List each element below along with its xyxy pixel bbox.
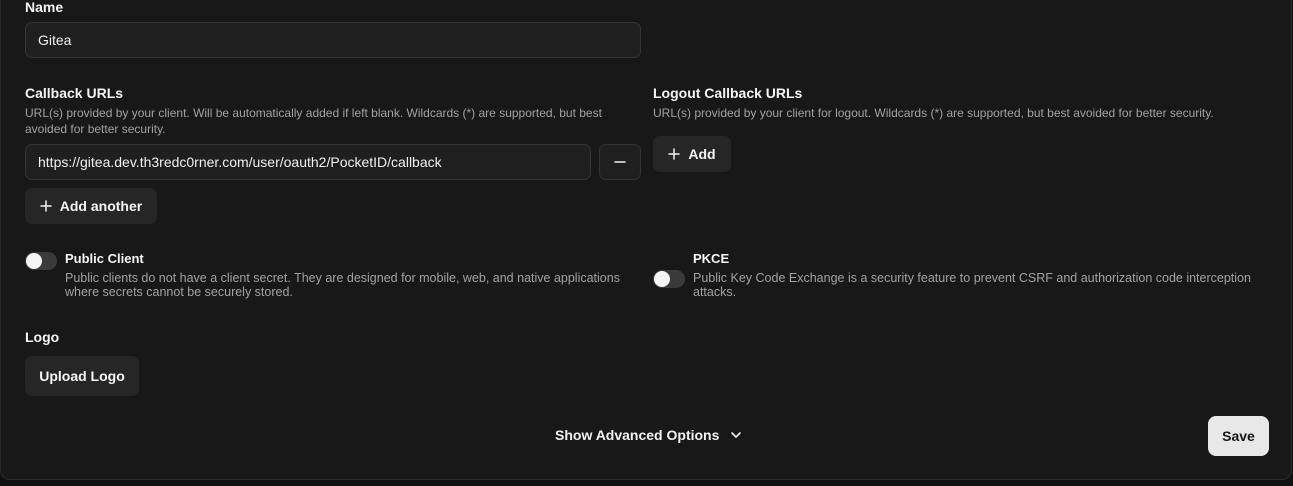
pkce-toggle-knob: [654, 271, 670, 287]
callback-url-input[interactable]: https://gitea.dev.th3redc0rner.com/user/…: [25, 144, 591, 180]
name-input-value: Gitea: [38, 32, 72, 48]
pkce-toggle[interactable]: [653, 270, 685, 288]
plus-icon: [668, 148, 681, 160]
add-logout-label: Add: [688, 146, 716, 162]
show-advanced-options-label: Show Advanced Options: [555, 427, 720, 443]
add-logout-callback-url-button[interactable]: Add: [653, 136, 731, 172]
name-label: Name: [25, 0, 64, 15]
public-client-description-line2: where secrets cannot be securely stored.: [65, 285, 293, 299]
add-another-label: Add another: [59, 198, 143, 214]
chevron-down-icon: [731, 432, 742, 438]
pkce-description-line2: attacks.: [693, 285, 737, 299]
remove-callback-url-button[interactable]: [599, 144, 641, 180]
pkce-description-line1: Public Key Code Exchange is a security f…: [693, 271, 1251, 285]
show-advanced-options-toggle[interactable]: Show Advanced Options: [555, 427, 743, 443]
public-client-label: Public Client: [65, 251, 144, 266]
public-client-toggle[interactable]: [25, 252, 57, 270]
pkce-label: PKCE: [693, 251, 730, 266]
name-input[interactable]: Gitea: [25, 22, 641, 58]
callback-urls-description-line2: avoided for better security.: [25, 122, 166, 136]
save-button[interactable]: Save: [1208, 416, 1269, 456]
logout-callback-urls-label: Logout Callback URLs: [653, 85, 803, 101]
minus-icon: [614, 161, 626, 163]
save-label: Save: [1222, 428, 1255, 444]
logo-label: Logo: [25, 329, 60, 345]
plus-icon: [40, 200, 52, 212]
public-client-toggle-knob: [26, 253, 42, 269]
callback-urls-description-line1: URL(s) provided by your client. Will be …: [25, 106, 602, 120]
oidc-client-form-card: [0, 0, 1292, 480]
public-client-description-line1: Public clients do not have a client secr…: [65, 271, 620, 285]
logout-callback-urls-description: URL(s) provided by your client for logou…: [653, 106, 1214, 120]
callback-urls-label: Callback URLs: [25, 85, 124, 101]
upload-logo-button[interactable]: Upload Logo: [25, 356, 139, 396]
add-another-callback-url-button[interactable]: Add another: [25, 188, 157, 224]
upload-logo-label: Upload Logo: [39, 368, 125, 384]
callback-url-value: https://gitea.dev.th3redc0rner.com/user/…: [38, 154, 442, 170]
